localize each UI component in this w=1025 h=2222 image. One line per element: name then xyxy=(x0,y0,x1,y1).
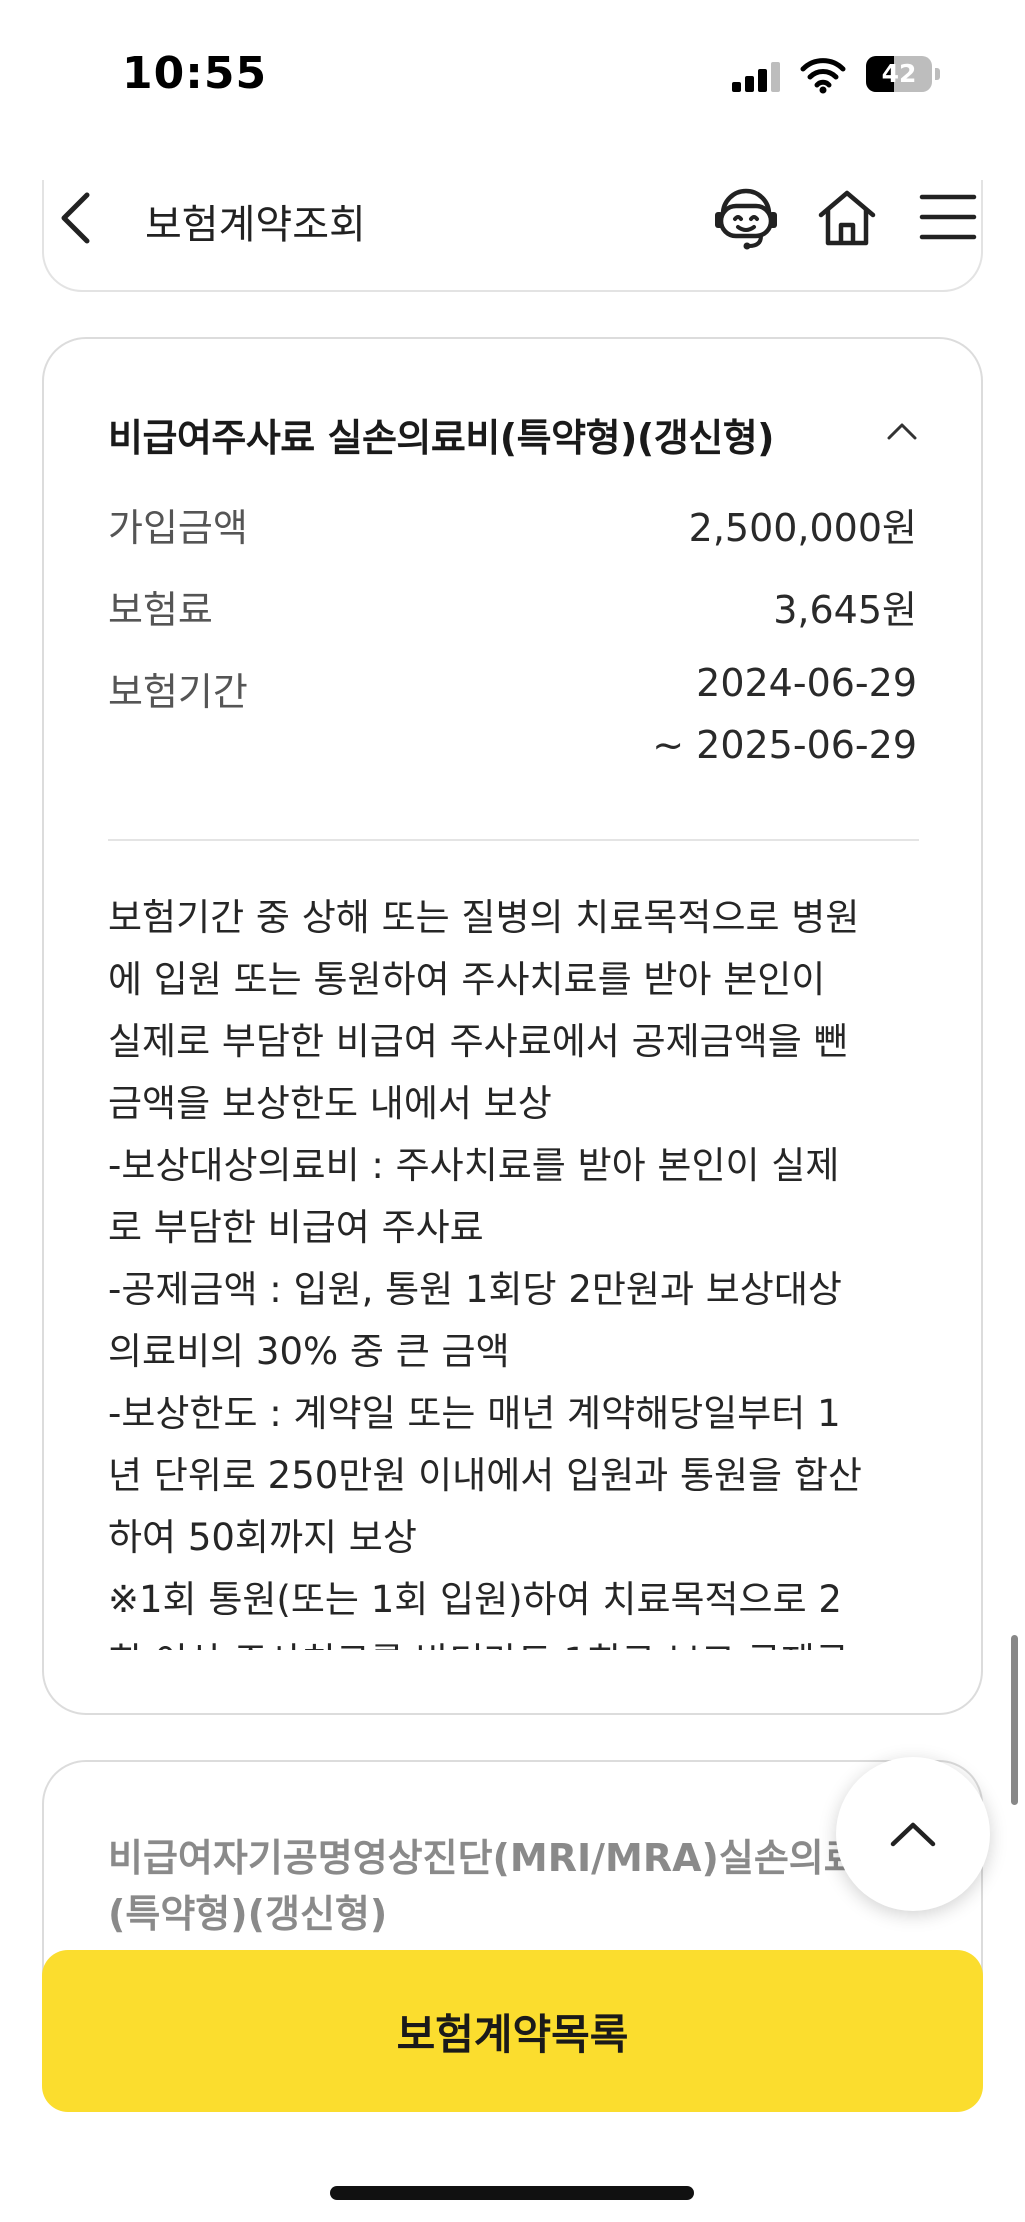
description-line: ※1회 통원(또는 1회 입원)하여 치료목적으로 2 xyxy=(108,1578,842,1621)
description-line: -공제금액 : 입원, 통원 1회당 2만원과 보상대상 xyxy=(108,1268,842,1311)
screen: 10:55 42 보험계약조회 비급여주사료 실손의료비(특약형)(갱신형) 가… xyxy=(0,0,1025,2222)
insurance-period-start: 2024-06-29 xyxy=(696,661,917,705)
description-line: 년 단위로 250만원 이내에서 입원과 통원을 합산 xyxy=(108,1454,862,1497)
insurance-period-label: 보험기간 xyxy=(108,670,248,714)
sum-insured-label: 가입금액 xyxy=(108,506,248,550)
coverage-card: 비급여주사료 실손의료비(특약형)(갱신형) 가입금액 2,500,000원 보… xyxy=(42,337,983,1715)
description-line: 실제로 부담한 비급여 주사료에서 공제금액을 뺀 xyxy=(108,1020,848,1063)
collapse-button[interactable] xyxy=(880,411,924,451)
description-line: 의료비의 30% 중 큰 금액 xyxy=(108,1330,510,1373)
home-icon xyxy=(818,190,876,246)
divider xyxy=(108,839,919,841)
chevron-left-icon xyxy=(61,192,90,244)
battery-percentage: 42 xyxy=(881,59,917,88)
description-line: -보상한도 : 계약일 또는 매년 계약해당일부터 1 xyxy=(108,1392,841,1435)
menu-button[interactable] xyxy=(911,180,985,254)
arrow-up-icon xyxy=(890,1822,936,1847)
home-indicator[interactable] xyxy=(330,2186,694,2200)
coverage-title-mri: 비급여자기공명영상진단(MRI/MRA)실손의료비(특약형)(갱신형) xyxy=(108,1836,894,1936)
description-line: 금액을 보상한도 내에서 보상 xyxy=(108,1082,552,1125)
back-button[interactable] xyxy=(50,186,100,250)
app-header: 보험계약조회 xyxy=(0,150,1025,280)
description-line: 보험기간 중 상해 또는 질병의 치료목적으로 병원 xyxy=(108,896,860,939)
scrollbar[interactable] xyxy=(1011,1635,1018,1805)
status-time: 10:55 xyxy=(122,48,268,99)
chatbot-button[interactable] xyxy=(709,180,783,254)
scroll-to-top-button[interactable] xyxy=(836,1757,990,1911)
chatbot-icon xyxy=(715,188,777,250)
sum-insured-value: 2,500,000원 xyxy=(688,506,917,550)
description-line: 회 이상 주사치료를 받더라도 1회로 보고 공제금 xyxy=(108,1631,930,1650)
description-line: 로 부담한 비급여 주사료 xyxy=(108,1206,484,1249)
coverage-title: 비급여주사료 실손의료비(특약형)(갱신형) xyxy=(108,416,775,460)
premium-value: 3,645원 xyxy=(773,588,917,632)
description-line: 에 입원 또는 통원하여 주사치료를 받아 본인이 xyxy=(108,958,826,1001)
insurance-period-end: ~ 2025-06-29 xyxy=(652,723,917,767)
premium-label: 보험료 xyxy=(108,588,213,632)
battery-icon: 42 xyxy=(866,56,940,92)
description-line: -보상대상의료비 : 주사치료를 받아 본인이 실제 xyxy=(108,1144,840,1187)
cellular-signal-icon xyxy=(732,62,782,92)
contract-list-button[interactable]: 보험계약목록 xyxy=(42,1950,983,2112)
status-bar: 10:55 42 xyxy=(0,0,1025,150)
coverage-description: 보험기간 중 상해 또는 질병의 치료목적으로 병원 에 입원 또는 통원하여 … xyxy=(108,887,930,1650)
home-button[interactable] xyxy=(810,180,884,254)
wifi-icon xyxy=(800,56,846,94)
page-title: 보험계약조회 xyxy=(145,202,366,248)
description-line: 하여 50회까지 보상 xyxy=(108,1516,417,1559)
menu-icon xyxy=(919,194,977,240)
chevron-up-icon xyxy=(887,423,917,440)
